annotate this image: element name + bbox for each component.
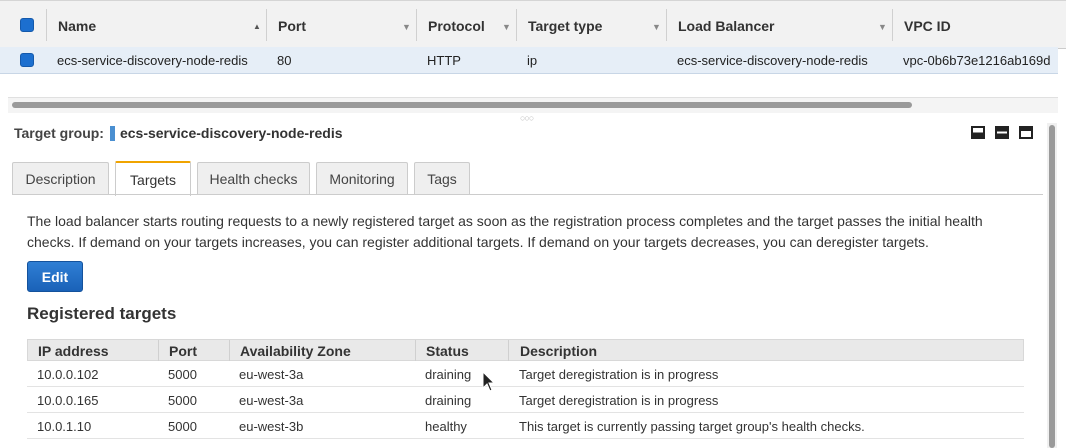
tab-description[interactable]: Description — [12, 162, 109, 195]
tab-health-checks[interactable]: Health checks — [197, 162, 310, 195]
column-divider — [415, 340, 416, 361]
cell-description: This target is currently passing target … — [519, 418, 865, 434]
tab-targets[interactable]: Targets — [115, 161, 191, 196]
column-header-target-type[interactable]: Target type — [528, 1, 602, 50]
layout-split-panel-icon[interactable] — [995, 126, 1009, 139]
cell-port: 80 — [277, 53, 292, 68]
target-groups-table-header: Name ▲ Port ▼ Protocol ▼ Target type ▼ L… — [0, 0, 1066, 49]
target-groups-table: Name ▲ Port ▼ Protocol ▼ Target type ▼ L… — [0, 0, 1066, 74]
layout-top-panel-icon[interactable] — [1019, 126, 1033, 139]
column-header-vpc-id[interactable]: VPC ID — [904, 1, 951, 50]
targets-description: The load balancer starts routing request… — [27, 213, 983, 250]
panel-title-value: ecs-service-discovery-node-redis — [119, 125, 343, 141]
column-divider — [416, 9, 417, 41]
column-divider — [666, 9, 667, 41]
column-header-port[interactable]: Port — [169, 340, 197, 362]
cell-description: Target deregistration is in progress — [519, 392, 719, 408]
vertical-scrollbar[interactable] — [1047, 123, 1057, 448]
select-all-checkbox-icon[interactable] — [20, 18, 34, 32]
column-divider — [46, 9, 47, 41]
column-header-name[interactable]: Name — [58, 1, 96, 50]
cell-vpc-id: vpc-0b6b73e1216ab169d — [903, 53, 1051, 68]
cell-load-balancer: ecs-service-discovery-node-redis — [677, 53, 868, 68]
column-header-ip-address[interactable]: IP address — [38, 340, 109, 362]
column-header-load-balancer[interactable]: Load Balancer — [678, 1, 774, 50]
registered-targets-table: IP address Port Availability Zone Status… — [27, 339, 1024, 439]
tab-monitoring[interactable]: Monitoring — [316, 162, 408, 195]
table-row[interactable]: 10.0.0.165 5000 eu-west-3a draining Targ… — [27, 387, 1024, 413]
cell-target-type: ip — [527, 53, 538, 68]
column-divider — [892, 9, 893, 41]
cell-availability-zone: eu-west-3b — [239, 418, 304, 434]
cell-ip-address: 10.0.0.165 — [37, 392, 99, 408]
column-header-description[interactable]: Description — [520, 340, 597, 362]
resize-grip-icon[interactable]: ○○○ — [520, 113, 534, 123]
column-header-protocol[interactable]: Protocol — [428, 1, 485, 50]
cell-availability-zone: eu-west-3a — [239, 366, 304, 382]
table-row[interactable]: 10.0.0.102 5000 eu-west-3a draining Targ… — [27, 361, 1024, 387]
column-header-port[interactable]: Port — [278, 1, 306, 50]
dropdown-icon[interactable]: ▼ — [652, 22, 661, 32]
dropdown-icon[interactable]: ▼ — [402, 22, 411, 32]
tab-divider — [12, 194, 1043, 195]
panel-title-label: Target group: — [14, 125, 104, 141]
column-header-availability-zone[interactable]: Availability Zone — [240, 340, 351, 362]
cell-description: Target deregistration is in progress — [519, 366, 719, 382]
cell-port: 5000 — [168, 366, 197, 382]
row-checkbox-icon[interactable] — [20, 53, 34, 67]
cell-ip-address: 10.0.0.102 — [37, 366, 99, 382]
cell-availability-zone: eu-west-3a — [239, 392, 304, 408]
dropdown-icon[interactable]: ▼ — [502, 22, 511, 32]
table-row[interactable]: 10.0.1.10 5000 eu-west-3b healthy This t… — [27, 413, 1024, 439]
mouse-cursor-icon — [482, 371, 496, 392]
tab-tags[interactable]: Tags — [414, 162, 470, 195]
cell-ip-address: 10.0.1.10 — [37, 418, 92, 434]
dropdown-icon[interactable]: ▼ — [878, 22, 887, 32]
column-divider — [266, 9, 267, 41]
cell-port: 5000 — [168, 392, 197, 408]
panel-title: Target group: ecs-service-discovery-node… — [14, 125, 343, 141]
edit-button[interactable]: Edit — [27, 261, 83, 292]
horizontal-scrollbar-thumb[interactable] — [12, 102, 912, 108]
cell-port: 5000 — [168, 418, 197, 434]
cell-protocol: HTTP — [427, 53, 461, 68]
column-divider — [229, 340, 230, 361]
layout-bottom-panel-icon[interactable] — [971, 126, 985, 139]
column-divider — [158, 340, 159, 361]
column-divider — [508, 340, 509, 361]
horizontal-scrollbar[interactable] — [8, 97, 1058, 113]
vertical-scrollbar-thumb[interactable] — [1049, 125, 1055, 448]
registered-targets-header: IP address Port Availability Zone Status… — [27, 339, 1024, 361]
table-row-selected[interactable]: ecs-service-discovery-node-redis 80 HTTP… — [0, 47, 1058, 74]
cell-name: ecs-service-discovery-node-redis — [57, 53, 248, 68]
column-header-status[interactable]: Status — [426, 340, 469, 362]
cell-status: draining — [425, 392, 472, 408]
target-group-color-marker — [109, 125, 115, 141]
sort-up-icon[interactable]: ▲ — [253, 22, 261, 31]
registered-targets-heading: Registered targets — [27, 304, 177, 323]
column-divider — [516, 9, 517, 41]
cell-status: draining — [425, 366, 472, 382]
cell-status: healthy — [425, 418, 467, 434]
